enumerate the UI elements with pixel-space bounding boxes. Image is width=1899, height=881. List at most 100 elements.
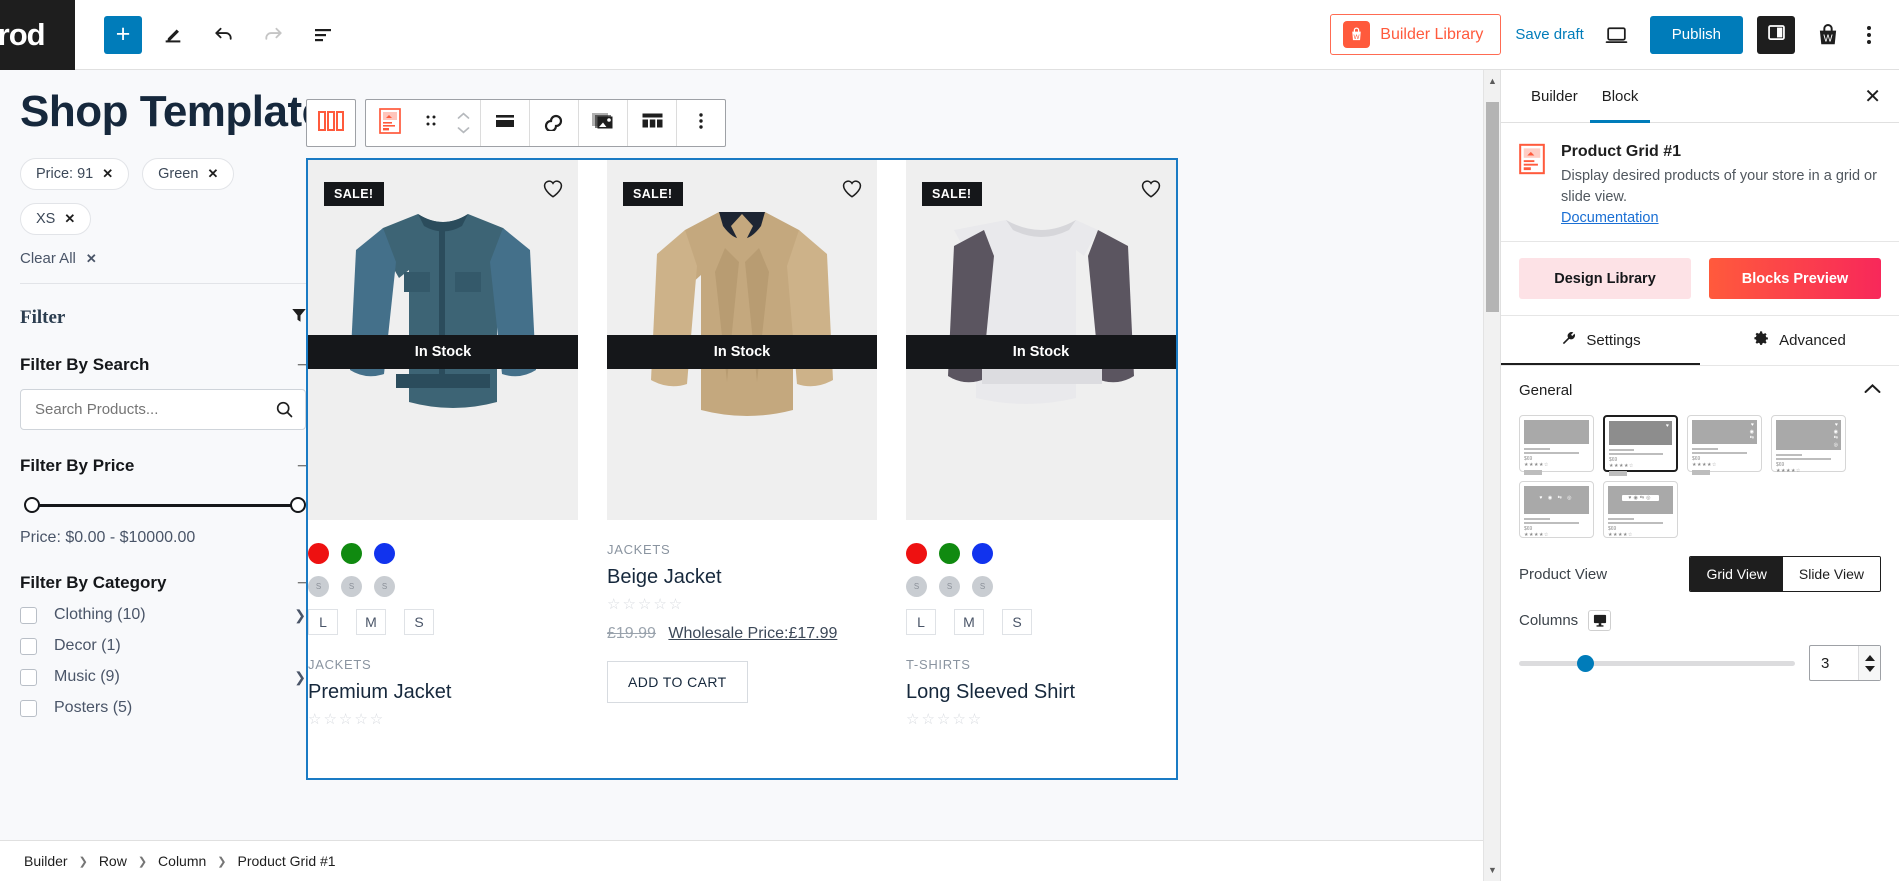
block-columns-button[interactable] — [307, 100, 355, 146]
swatch-green[interactable] — [939, 543, 960, 564]
color-swatches[interactable] — [906, 520, 1176, 564]
save-draft-button[interactable]: Save draft — [1515, 26, 1583, 43]
drag-handle-button[interactable] — [414, 100, 447, 146]
desktop-icon[interactable] — [1588, 610, 1612, 632]
columns-slider[interactable] — [1519, 654, 1795, 672]
slider-handle-min[interactable] — [24, 497, 40, 513]
size-circle[interactable]: S — [939, 576, 960, 597]
woo-bag-button[interactable]: W — [1809, 16, 1847, 54]
checkbox[interactable] — [20, 606, 37, 624]
category-item-posters[interactable]: Posters (5) — [20, 699, 306, 717]
size-option[interactable]: M — [356, 609, 386, 635]
product-grid-block[interactable]: SALE! In Stock S S S L M S JACKETS Premi… — [306, 158, 1178, 780]
columns-number-input[interactable]: 3 — [1809, 645, 1881, 682]
tab-settings[interactable]: Settings — [1501, 316, 1700, 365]
swatch-blue[interactable] — [972, 543, 993, 564]
size-circle[interactable]: S — [308, 576, 329, 597]
close-icon[interactable]: ✕ — [207, 166, 218, 182]
canvas-scrollbar[interactable]: ▲ ▼ — [1483, 70, 1500, 881]
preview-device-button[interactable] — [1598, 16, 1636, 54]
chevron-right-icon[interactable]: ❯ — [294, 607, 306, 624]
price-range-slider[interactable] — [20, 496, 306, 516]
tab-block[interactable]: Block — [1590, 70, 1651, 123]
layout-grid-button[interactable] — [628, 100, 676, 146]
layout-thumb-3[interactable]: ♥ ◉ ⇆ $69 ★★★★☆ — [1687, 415, 1762, 476]
size-option[interactable]: M — [954, 609, 984, 635]
breadcrumb-item-product-grid[interactable]: Product Grid #1 — [238, 853, 336, 869]
wishlist-heart-icon[interactable] — [1140, 178, 1162, 204]
stepper-down-icon[interactable] — [1864, 665, 1875, 672]
size-option[interactable]: S — [1002, 609, 1032, 635]
layout-thumb-6[interactable]: ♥◉⇆◎ $69 ★★★★☆ — [1603, 481, 1678, 539]
clear-all-filters-button[interactable]: Clear All ✕ — [20, 250, 308, 267]
list-view-button[interactable] — [304, 16, 342, 54]
product-name[interactable]: Beige Jacket — [607, 557, 877, 589]
layout-thumb-4[interactable]: ♥ ◉ ⇆ ◎ $69 ★★★★☆ — [1771, 415, 1846, 474]
filter-chip[interactable]: XS ✕ — [20, 203, 92, 235]
redo-button[interactable] — [254, 16, 292, 54]
image-gallery-button[interactable] — [579, 100, 627, 146]
size-circles[interactable]: S S S — [906, 564, 1176, 597]
category-item-decor[interactable]: Decor (1) — [20, 637, 306, 655]
grid-view-button[interactable]: Grid View — [1690, 557, 1783, 592]
edit-tool-button[interactable] — [154, 16, 192, 54]
size-circle[interactable]: S — [972, 576, 993, 597]
breadcrumb-item-builder[interactable]: Builder — [24, 853, 68, 869]
link-button[interactable] — [530, 100, 578, 146]
close-icon[interactable]: ✕ — [102, 166, 113, 182]
chevron-up-icon[interactable] — [1864, 382, 1881, 399]
scrollbar-thumb[interactable] — [1486, 102, 1499, 312]
size-circles[interactable]: S S S — [308, 564, 578, 597]
documentation-link[interactable]: Documentation — [1561, 210, 1659, 226]
filter-chip[interactable]: Price: 91 ✕ — [20, 158, 130, 190]
size-circle[interactable]: S — [374, 576, 395, 597]
category-item-clothing[interactable]: Clothing (10) ❯ — [20, 606, 306, 624]
size-option[interactable]: L — [308, 609, 338, 635]
blocks-preview-button[interactable]: Blocks Preview — [1709, 258, 1881, 300]
add-block-button[interactable]: + — [104, 15, 142, 54]
swatch-red[interactable] — [906, 543, 927, 564]
scroll-down-icon[interactable]: ▼ — [1488, 865, 1497, 875]
search-input[interactable] — [20, 389, 306, 430]
product-name[interactable]: Premium Jacket — [308, 672, 578, 704]
size-option[interactable]: S — [404, 609, 434, 635]
category-item-music[interactable]: Music (9) ❯ — [20, 668, 306, 686]
wishlist-heart-icon[interactable] — [542, 178, 564, 204]
wp-logo[interactable]: Prod — [0, 0, 75, 70]
chevron-right-icon[interactable]: ❯ — [294, 669, 306, 686]
stepper-up-icon[interactable] — [1864, 654, 1875, 661]
breadcrumb-item-column[interactable]: Column — [158, 853, 206, 869]
section-header[interactable]: Filter By Category − — [20, 573, 308, 593]
checkbox[interactable] — [20, 668, 37, 686]
layout-thumb-1[interactable]: $69 ★★★★☆ — [1519, 415, 1594, 476]
close-icon[interactable]: ✕ — [64, 211, 75, 227]
size-options[interactable]: L M S — [308, 597, 578, 635]
settings-sidebar-toggle[interactable] — [1757, 15, 1795, 54]
swatch-red[interactable] — [308, 543, 329, 564]
wishlist-heart-icon[interactable] — [841, 178, 863, 204]
size-option[interactable]: L — [906, 609, 936, 635]
checkbox[interactable] — [20, 699, 37, 717]
swatch-blue[interactable] — [374, 543, 395, 564]
slider-handle-max[interactable] — [290, 497, 306, 513]
block-more-options-button[interactable] — [677, 100, 725, 146]
tab-advanced[interactable]: Advanced — [1700, 316, 1899, 365]
color-swatches[interactable] — [308, 520, 578, 564]
section-header[interactable]: Filter By Search − — [20, 355, 308, 375]
move-block-buttons[interactable] — [447, 100, 480, 146]
size-circle[interactable]: S — [341, 576, 362, 597]
columns-stepper[interactable] — [1858, 646, 1880, 681]
more-options-button[interactable] — [1861, 20, 1877, 50]
size-options[interactable]: L M S — [906, 597, 1176, 635]
search-icon[interactable] — [274, 399, 295, 425]
align-button[interactable] — [481, 100, 529, 146]
tab-builder[interactable]: Builder — [1519, 70, 1590, 123]
layout-thumb-2[interactable]: ♥ $69 ★★★★☆ — [1603, 415, 1678, 477]
builder-library-button[interactable]: W Builder Library — [1330, 14, 1502, 55]
slide-view-button[interactable]: Slide View — [1782, 557, 1880, 592]
undo-button[interactable] — [204, 16, 242, 54]
section-header[interactable]: Filter By Price − — [20, 456, 308, 476]
add-to-cart-button[interactable]: ADD TO CART — [607, 661, 748, 703]
design-library-button[interactable]: Design Library — [1519, 258, 1691, 300]
close-icon[interactable]: ✕ — [1864, 84, 1881, 109]
